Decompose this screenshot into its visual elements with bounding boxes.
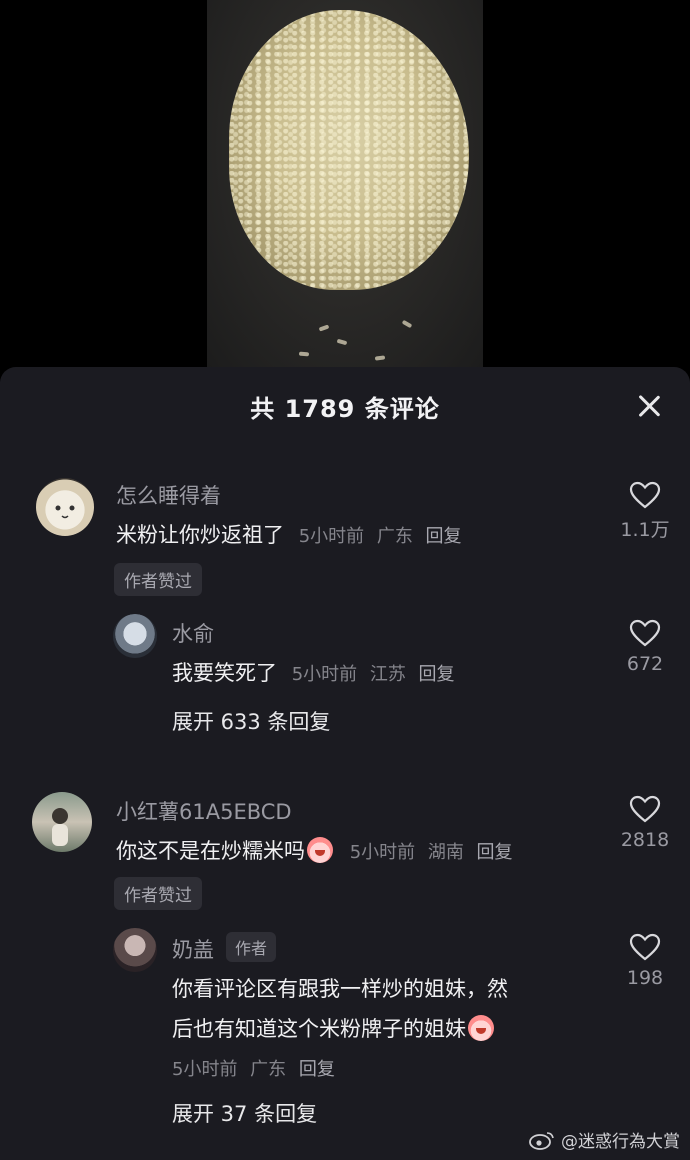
reply-text: 我要笑死了 5小时前 江苏 回复: [172, 657, 455, 687]
heart-icon: [629, 933, 661, 961]
reply-body-line-2: 后也有知道这个米粉牌子的姐妹: [172, 1017, 466, 1041]
reply-button[interactable]: 回复: [419, 664, 455, 685]
rice-image: [229, 10, 469, 290]
like-button[interactable]: 2818: [605, 795, 685, 851]
reply-body: 我要笑死了: [172, 661, 277, 685]
expand-replies-button[interactable]: 展开 633 条回复: [172, 706, 330, 736]
comment-time: 5小时前: [349, 842, 416, 863]
sheet-header: 共 1789 条评论: [0, 367, 690, 445]
like-count: 672: [626, 653, 664, 675]
like-button[interactable]: 672: [605, 619, 685, 675]
author-liked-badge: 作者赞过: [114, 877, 202, 910]
reply-username[interactable]: 水俞: [172, 618, 214, 648]
avatar[interactable]: [36, 478, 94, 536]
author-tag: 作者: [226, 932, 277, 962]
reply-body-line-1: 你看评论区有跟我一样炒的姐妹，然: [172, 977, 508, 1001]
cat-avatar-icon: [55, 505, 75, 519]
avatar[interactable]: [113, 928, 157, 972]
comment-username[interactable]: 小红薯61A5EBCD: [116, 796, 292, 826]
reply-body-line-2-row: 后也有知道这个米粉牌子的姐妹: [172, 1013, 496, 1043]
heart-icon: [629, 481, 661, 509]
reply-time: 5小时前: [172, 1059, 238, 1080]
reply-button[interactable]: 回复: [477, 842, 513, 863]
video-frame[interactable]: [207, 0, 483, 370]
reply-button[interactable]: 回复: [299, 1059, 335, 1080]
video-preview[interactable]: [0, 0, 690, 380]
like-count: 2818: [620, 829, 670, 851]
like-count: 1.1万: [620, 519, 670, 541]
reply-time: 5小时前: [291, 664, 358, 685]
author-liked-badge: 作者赞过: [114, 563, 202, 596]
reply-username-row: 奶盖 作者: [172, 932, 277, 964]
watermark: @迷惑行為大賞: [529, 1127, 680, 1152]
person-avatar-icon: [52, 808, 68, 846]
reply-meta: 5小时前 广东 回复: [172, 1055, 335, 1081]
like-count: 198: [626, 967, 664, 989]
comment-text: 你这不是在炒糯米吗 5小时前 湖南 回复: [116, 835, 513, 865]
comment-location: 广东: [376, 526, 413, 547]
reply-location: 江苏: [369, 664, 406, 685]
close-icon[interactable]: [634, 391, 664, 421]
reply-location: 广东: [250, 1059, 287, 1080]
avatar[interactable]: [32, 792, 92, 852]
comment-location: 湖南: [427, 842, 464, 863]
watermark-text: @迷惑行為大賞: [561, 1132, 680, 1152]
comment-sheet: 共 1789 条评论 怎么睡得着 米粉让你炒返祖了 5小时前 广东 回复 1.1…: [0, 367, 690, 1160]
comment-body: 你这不是在炒糯米吗: [116, 839, 305, 863]
reply-button[interactable]: 回复: [426, 526, 462, 547]
expand-replies-button[interactable]: 展开 37 条回复: [172, 1098, 317, 1128]
heart-icon: [629, 619, 661, 647]
comment-username[interactable]: 怎么睡得着: [116, 480, 221, 510]
like-button[interactable]: 1.1万: [605, 481, 685, 542]
crying-emoji-icon: [307, 837, 333, 863]
avatar[interactable]: [113, 614, 157, 658]
like-button[interactable]: 198: [605, 933, 685, 989]
comment-time: 5小时前: [298, 526, 365, 547]
weibo-logo-icon: [529, 1131, 554, 1150]
comment-body: 米粉让你炒返祖了: [116, 523, 284, 547]
reply-username[interactable]: 奶盖: [172, 938, 214, 962]
comment-text: 米粉让你炒返祖了 5小时前 广东 回复: [116, 519, 462, 549]
heart-icon: [629, 795, 661, 823]
crying-emoji-icon: [468, 1015, 494, 1041]
comment-count-title: 共 1789 条评论: [250, 394, 440, 423]
